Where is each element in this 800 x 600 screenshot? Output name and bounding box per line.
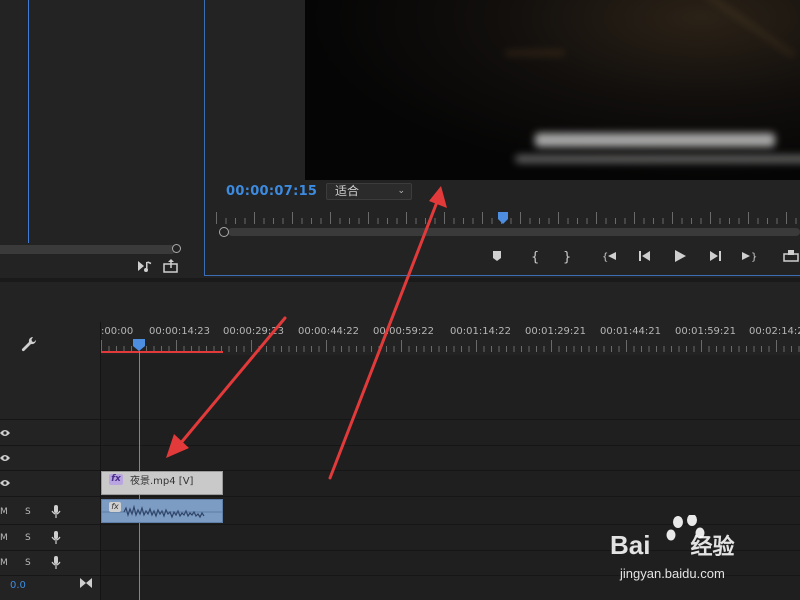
- export-frame-icon[interactable]: [163, 259, 179, 273]
- step-back-icon[interactable]: [636, 248, 654, 264]
- svg-text:}: }: [751, 252, 757, 263]
- chevron-down-icon: ⌄: [397, 186, 405, 196]
- ruler-label: 00:01:29:21: [525, 326, 587, 337]
- mute-toggle[interactable]: M: [0, 507, 8, 517]
- ruler-label: 00:00:59:22: [373, 326, 435, 337]
- watermark-text: Bai 经验: [610, 529, 734, 561]
- play-icon[interactable]: [671, 248, 689, 264]
- svg-text:{: {: [602, 252, 608, 263]
- add-marker-icon[interactable]: [488, 248, 506, 264]
- program-zoom-scrollbar[interactable]: [228, 228, 800, 236]
- source-playhead[interactable]: [28, 0, 29, 243]
- microphone-icon[interactable]: [51, 556, 61, 570]
- source-scroll-handle[interactable]: [172, 244, 181, 253]
- microphone-icon[interactable]: [51, 531, 61, 545]
- watermark-suffix: 经验: [690, 534, 735, 559]
- track-headers: [0, 355, 100, 600]
- lift-icon[interactable]: [782, 248, 800, 264]
- video-clip-name: 夜景.mp4 [V]: [130, 476, 194, 487]
- watermark-brand: Bai: [610, 530, 651, 560]
- master-level-readout[interactable]: 0.0: [10, 580, 26, 591]
- ruler-label: 00:01:59:21: [675, 326, 737, 337]
- solo-toggle[interactable]: S: [25, 507, 31, 517]
- fx-badge[interactable]: fx: [109, 474, 123, 485]
- ruler-label: 00:01:14:22: [450, 326, 512, 337]
- insert-audio-icon[interactable]: [137, 259, 153, 273]
- svg-text:{: {: [531, 250, 539, 264]
- solo-toggle[interactable]: S: [25, 533, 31, 543]
- mute-toggle[interactable]: M: [0, 558, 8, 568]
- ruler-label: 00:02:14:20: [749, 326, 800, 337]
- work-area-bar[interactable]: [101, 351, 223, 353]
- bowtie-icon[interactable]: [80, 577, 92, 589]
- ruler-label: 00:00:29:23: [223, 326, 285, 337]
- track-header-divider: [100, 322, 101, 600]
- program-time-ruler[interactable]: [216, 212, 800, 224]
- mute-toggle[interactable]: M: [0, 533, 8, 543]
- ruler-label: 00:00:14:23: [149, 326, 211, 337]
- mark-in-icon[interactable]: {: [525, 248, 543, 264]
- ruler-label: 00:00:44:22: [298, 326, 360, 337]
- eye-icon[interactable]: [0, 429, 10, 437]
- go-to-in-icon[interactable]: {: [601, 248, 619, 264]
- timeline-playhead-handle[interactable]: [133, 339, 145, 351]
- mark-out-icon[interactable]: }: [557, 248, 575, 264]
- wrench-icon[interactable]: [20, 336, 38, 354]
- ruler-label: 00:01:44:21: [600, 326, 662, 337]
- go-to-out-icon[interactable]: }: [740, 248, 758, 264]
- watermark-url: jingyan.baidu.com: [620, 566, 725, 581]
- ruler-label: :00:00: [101, 326, 134, 337]
- program-playhead[interactable]: [498, 212, 508, 224]
- audio-fx-badge[interactable]: fx: [109, 502, 121, 512]
- fit-zoom-dropdown[interactable]: 适合 ⌄: [326, 183, 412, 200]
- program-scroll-handle[interactable]: [219, 227, 229, 237]
- step-forward-icon[interactable]: [706, 248, 724, 264]
- eye-icon[interactable]: [0, 454, 10, 462]
- program-video-frame: [305, 0, 800, 180]
- fit-zoom-value: 适合: [335, 184, 360, 198]
- svg-text:}: }: [563, 250, 571, 264]
- eye-icon[interactable]: [0, 479, 10, 487]
- source-zoom-scrollbar[interactable]: [0, 245, 176, 254]
- microphone-icon[interactable]: [51, 505, 61, 519]
- program-timecode[interactable]: 00:00:07:15: [226, 184, 317, 199]
- source-monitor-panel: [0, 0, 200, 278]
- solo-toggle[interactable]: S: [25, 558, 31, 568]
